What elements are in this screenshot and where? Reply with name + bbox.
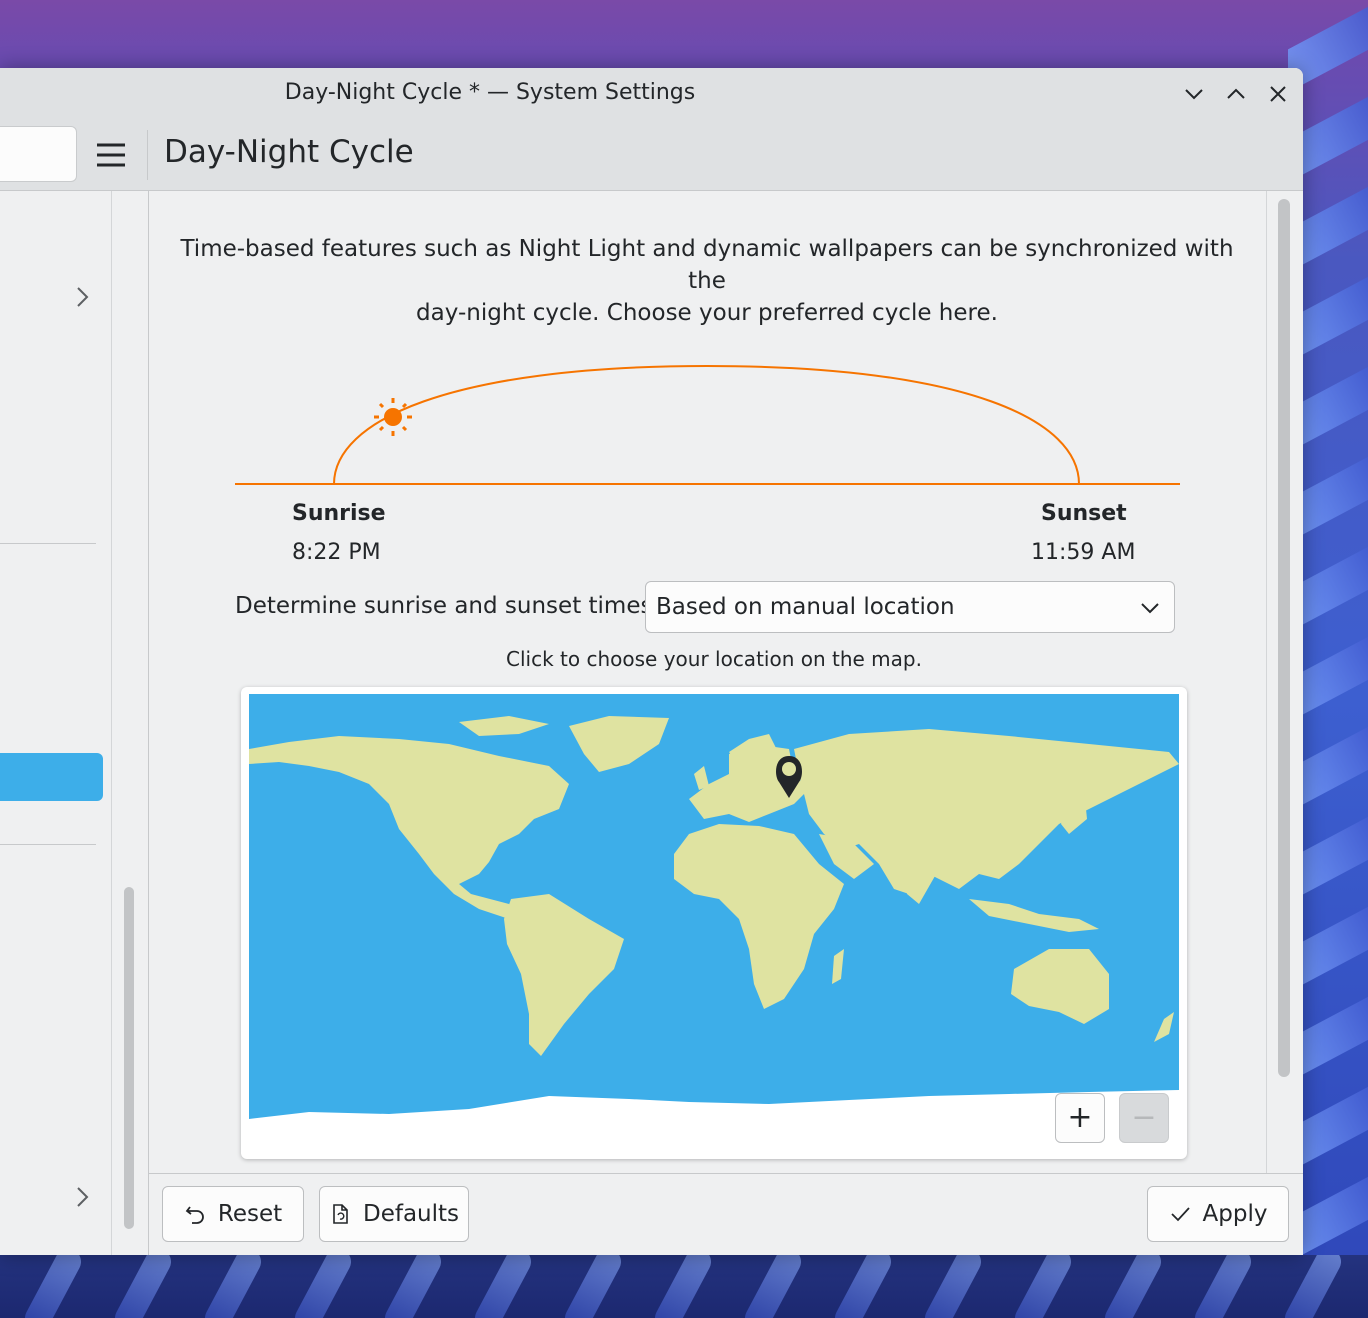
location-mode-value: Based on manual location (656, 594, 955, 620)
location-mode-combobox[interactable]: Based on manual location (645, 581, 1175, 633)
wallpaper-bottom (0, 1255, 1368, 1318)
maximize-button[interactable] (1222, 80, 1250, 108)
sidebar-item-selected[interactable] (0, 753, 103, 801)
defaults-label: Defaults (362, 1201, 460, 1227)
apply-label: Apply (1202, 1201, 1268, 1227)
window-title: Day-Night Cycle * — System Settings (284, 80, 696, 105)
sidebar-expand-chevron[interactable] (70, 1185, 94, 1209)
map-hint-text: Click to choose your location on the map… (506, 647, 922, 671)
chevron-right-icon (77, 287, 89, 307)
document-revert-icon (333, 1204, 348, 1224)
footer-bar: Reset Defaults Apply (149, 1173, 1303, 1255)
content-scrollbar-thumb[interactable] (1278, 199, 1290, 1077)
hamburger-menu-icon (97, 143, 125, 167)
intro-line-1: Time-based features such as Night Light … (180, 236, 1234, 294)
content-area: Time-based features such as Night Light … (149, 191, 1303, 1173)
menu-button[interactable] (92, 138, 130, 172)
search-field[interactable] (0, 126, 77, 182)
close-button[interactable] (1264, 80, 1292, 108)
zoom-in-button[interactable]: + (1055, 1093, 1105, 1143)
sunrise-time: 8:22 PM (292, 540, 381, 565)
reset-label: Reset (217, 1201, 283, 1227)
undo-icon (185, 1206, 204, 1224)
checkmark-icon (1170, 1207, 1190, 1222)
zoom-in-label: + (1067, 1100, 1093, 1135)
titlebar: Day-Night Cycle * — System Settings (0, 68, 1303, 120)
world-map[interactable] (249, 694, 1179, 1141)
system-settings-window: Day-Night Cycle * — System Settings Day-… (0, 68, 1303, 1255)
page-header: Day-Night Cycle (0, 120, 1303, 191)
zoom-out-label: − (1131, 1100, 1157, 1135)
reset-button[interactable]: Reset (162, 1186, 304, 1242)
sidebar-expand-chevron[interactable] (70, 285, 94, 309)
chevron-up-icon (1227, 88, 1245, 99)
sidebar-scrollbar[interactable] (124, 887, 134, 1229)
chevron-right-icon (77, 1187, 89, 1207)
intro-line-2: day-night cycle. Choose your preferred c… (416, 300, 998, 326)
map-card (241, 687, 1187, 1159)
page-title: Day-Night Cycle (164, 134, 414, 170)
sun-path-arc (333, 364, 1080, 485)
chevron-down-icon (1141, 603, 1159, 614)
determine-times-label: Determine sunrise and sunset times: (235, 593, 661, 619)
sunset-label: Sunset (1041, 501, 1127, 526)
sidebar-divider (111, 191, 112, 1255)
sun-icon (374, 398, 412, 436)
header-separator (147, 130, 148, 180)
sunrise-label: Sunrise (292, 501, 386, 526)
close-icon (1270, 86, 1286, 102)
zoom-out-button[interactable]: − (1119, 1093, 1169, 1143)
sidebar-separator (0, 543, 96, 544)
sidebar-separator (0, 844, 96, 845)
sunset-time: 11:59 AM (1031, 540, 1136, 565)
chevron-down-icon (1185, 89, 1203, 100)
minimize-button[interactable] (1180, 80, 1208, 108)
intro-text: Time-based features such as Night Light … (179, 233, 1235, 329)
sidebar (0, 191, 149, 1255)
defaults-button[interactable]: Defaults (319, 1186, 469, 1242)
apply-button[interactable]: Apply (1147, 1186, 1289, 1242)
